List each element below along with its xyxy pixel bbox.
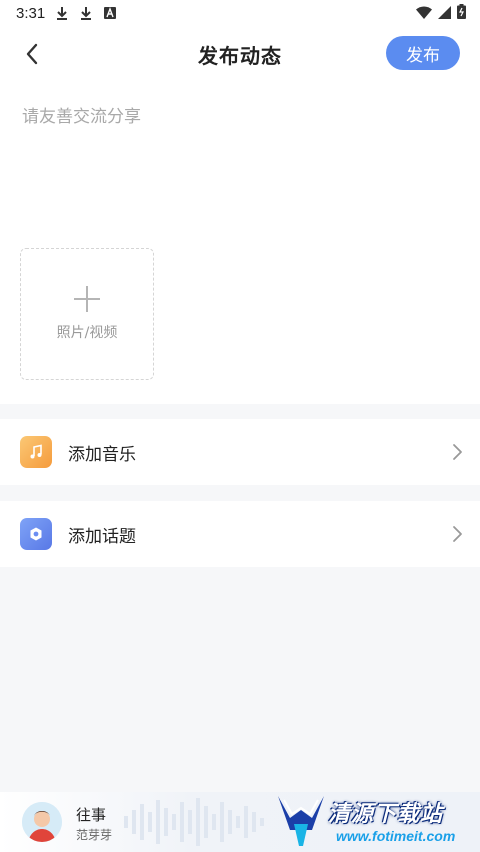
download-icon bbox=[55, 5, 69, 21]
topic-hash-icon bbox=[20, 518, 52, 550]
add-music-row[interactable]: 添加音乐 bbox=[0, 419, 480, 485]
add-media-label: 照片/视频 bbox=[56, 325, 118, 341]
post-content-input[interactable] bbox=[20, 100, 464, 224]
status-time: 3:31 bbox=[16, 4, 46, 22]
download-icon bbox=[79, 5, 93, 21]
watermark-logo: 清源下载站 www.fotimeit.com bbox=[274, 792, 474, 850]
watermark-url: www.fotimeit.com bbox=[336, 828, 456, 844]
song-title: 往事 bbox=[76, 806, 107, 824]
watermark-emblem bbox=[278, 796, 324, 846]
avatar bbox=[22, 802, 62, 842]
top-bar: 发布动态 发布 bbox=[0, 26, 480, 82]
mini-player[interactable]: 往事 范芽芽 清源下载站 www.fotimeit.com bbox=[0, 792, 480, 852]
add-music-label: 添加音乐 bbox=[68, 444, 136, 465]
wifi-icon bbox=[416, 5, 432, 23]
waveform-decoration bbox=[124, 798, 264, 846]
plus-icon bbox=[74, 286, 100, 312]
chevron-right-icon bbox=[453, 526, 462, 542]
app-notification-icon bbox=[103, 5, 117, 21]
song-artist: 范芽芽 bbox=[76, 828, 113, 842]
add-topic-label: 添加话题 bbox=[68, 526, 136, 547]
music-note-icon bbox=[20, 436, 52, 468]
post-editor: 照片/视频 bbox=[0, 82, 480, 404]
add-topic-row[interactable]: 添加话题 bbox=[0, 501, 480, 567]
watermark-title: 清源下载站 bbox=[328, 802, 444, 827]
battery-icon bbox=[457, 4, 466, 23]
status-bar: 3:31 bbox=[0, 0, 480, 26]
signal-icon bbox=[438, 5, 451, 23]
chevron-right-icon bbox=[453, 444, 462, 460]
publish-button[interactable]: 发布 bbox=[386, 36, 460, 70]
add-media-button[interactable]: 照片/视频 bbox=[20, 248, 154, 380]
